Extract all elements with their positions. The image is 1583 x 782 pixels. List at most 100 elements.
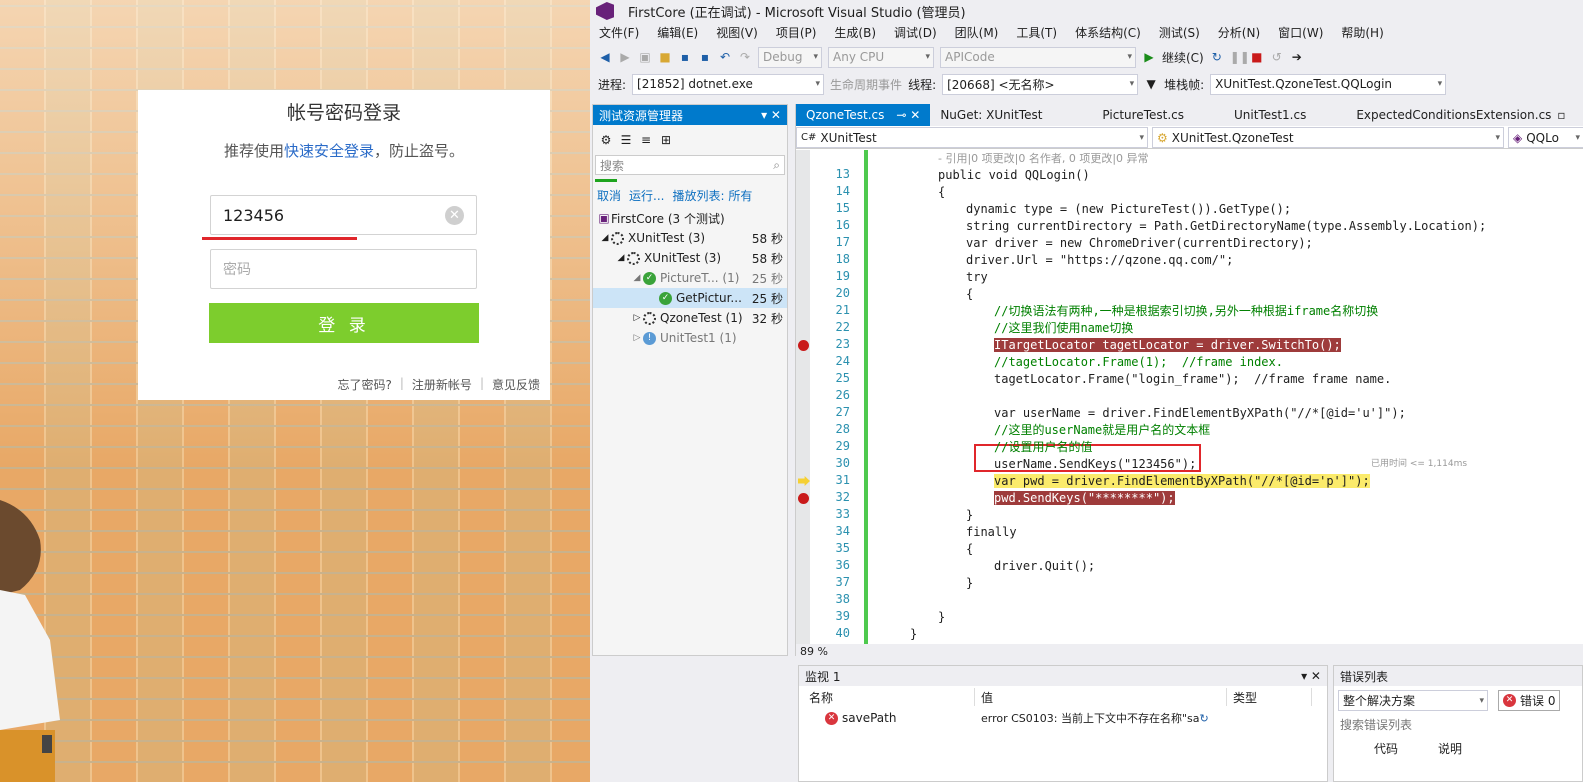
forward-icon[interactable]: ▶ [618, 50, 632, 64]
menu-analyze[interactable]: 分析(N) [1209, 24, 1269, 41]
tab-picturetest[interactable]: PictureTest.cs [1052, 104, 1194, 126]
code-line[interactable]: string currentDirectory = Path.GetDirect… [966, 218, 1486, 235]
close-icon[interactable]: ▾ ✕ [761, 108, 781, 122]
startup-project-dropdown[interactable]: APICode [940, 46, 1136, 68]
tree-item-qzonetest[interactable]: ▷ QzoneTest (1) 32 秒 [593, 308, 787, 328]
project-nav-dropdown[interactable]: C# XUnitTest [796, 127, 1148, 148]
thread-dropdown[interactable]: [20668] <无名称> [942, 73, 1139, 95]
tree-item-unittest1[interactable]: ▷! UnitTest1 (1) [593, 328, 787, 348]
refresh-icon[interactable]: ↻ [1210, 50, 1224, 64]
code-line[interactable]: //这里的userName就是用户名的文本框 [994, 422, 1210, 439]
menu-help[interactable]: 帮助(H) [1332, 24, 1392, 41]
collapse-icon[interactable]: ◢ [631, 273, 643, 283]
class-nav-dropdown[interactable]: ⚙ XUnitTest.QzoneTest [1152, 127, 1504, 148]
expand-icon[interactable]: ▷ [631, 333, 643, 343]
quick-login-link[interactable]: 快速安全登录 [284, 142, 374, 160]
col-value[interactable]: 值 [975, 688, 1227, 706]
menu-debug[interactable]: 调试(D) [885, 24, 946, 41]
lifecycle-events[interactable]: 生命周期事件 [830, 76, 902, 93]
code-line[interactable]: tagetLocator.Frame("login_frame"); //fra… [994, 371, 1391, 388]
breakpoint-gutter[interactable] [796, 150, 810, 644]
stack-frame-dropdown[interactable]: XUnitTest.QzoneTest.QQLogin [1210, 73, 1447, 95]
code-line[interactable]: } [938, 609, 945, 626]
code-line[interactable]: pwd.SendKeys("********"); [994, 490, 1175, 507]
password-input[interactable]: 密码 [210, 249, 477, 289]
errors-filter-button[interactable]: ✕ 错误 0 [1498, 690, 1561, 711]
menu-team[interactable]: 团队(M) [946, 24, 1008, 41]
tree-item-solution[interactable]: ▣ FirstCore (3 个测试) [593, 208, 787, 228]
refresh-icon[interactable]: ↻ [1200, 712, 1209, 725]
code-line[interactable]: try [966, 269, 988, 286]
menu-tools[interactable]: 工具(T) [1007, 24, 1066, 41]
login-button[interactable]: 登 录 [209, 303, 479, 343]
menu-window[interactable]: 窗口(W) [1269, 24, 1332, 41]
menu-test[interactable]: 测试(S) [1150, 24, 1209, 41]
code-line[interactable]: finally [966, 524, 1017, 541]
code-lens[interactable]: - 引用|0 项更改|0 名作者, 0 项更改|0 异常 [938, 150, 1149, 167]
save-icon[interactable]: ▪ [678, 50, 692, 64]
restart-icon[interactable]: ↺ [1270, 50, 1284, 64]
undo-icon[interactable]: ↶ [718, 50, 732, 64]
tab-nuget[interactable]: NuGet: XUnitTest [930, 104, 1052, 126]
code-line[interactable]: { [966, 286, 973, 303]
collapse-icon[interactable]: ◢ [615, 253, 627, 263]
config-dropdown[interactable]: Debug [758, 46, 822, 68]
play-icon[interactable]: ▶ [1142, 50, 1156, 64]
forgot-password-link[interactable]: 忘了密码? [338, 376, 392, 393]
tree-item-project[interactable]: ◢ XUnitTest (3) 58 秒 [593, 228, 787, 248]
register-link[interactable]: 注册新帐号 [412, 376, 472, 393]
playlist-link[interactable]: 播放列表: 所有 [672, 187, 752, 204]
menu-build[interactable]: 生成(B) [825, 24, 885, 41]
scope-dropdown[interactable]: 整个解决方案 [1338, 690, 1488, 711]
filter-icon[interactable]: ▼ [1144, 77, 1158, 91]
code-line[interactable]: var userName = driver.FindElementByXPath… [994, 405, 1406, 422]
expand-icon[interactable]: ⊞ [659, 133, 673, 147]
code-line[interactable]: //设置用户名的值 [994, 439, 1092, 456]
save-all-icon[interactable]: ▪ [698, 50, 712, 64]
new-project-icon[interactable]: ▣ [638, 50, 652, 64]
tree-item-picturetest[interactable]: ◢ ✓ PictureT... (1) 25 秒 [593, 268, 787, 288]
continue-button[interactable]: 继续(C) [1162, 49, 1204, 66]
code-line[interactable]: ITargetLocator tagetLocator = driver.Swi… [994, 337, 1341, 354]
code-line[interactable]: } [910, 626, 917, 643]
pin-icon[interactable]: ⊸ ✕ [896, 108, 920, 122]
open-icon[interactable]: ■ [658, 50, 672, 64]
breakpoint-icon[interactable] [798, 493, 809, 504]
platform-dropdown[interactable]: Any CPU [828, 46, 934, 68]
menu-edit[interactable]: 编辑(E) [648, 24, 707, 41]
error-search-input[interactable]: 搜索错误列表 [1338, 716, 1578, 734]
close-icon[interactable]: ▾ ✕ [1301, 669, 1321, 683]
code-line[interactable]: } [966, 575, 973, 592]
code-line[interactable]: //tagetLocator.Frame(1); //frame index. [994, 354, 1283, 371]
code-line[interactable]: driver.Url = "https://qzone.qq.com/"; [966, 252, 1233, 269]
collapse-icon[interactable]: ◢ [599, 233, 611, 243]
col-type[interactable]: 类型 [1227, 688, 1312, 706]
watch-row-value[interactable]: error CS0103: 当前上下文中不存在名称"sa ↻ [981, 708, 1221, 728]
code-area[interactable]: - 引用|0 项更改|0 名作者, 0 项更改|0 异常 已用时间 <= 1,1… [796, 150, 1583, 658]
list-icon[interactable]: ☰ [619, 133, 633, 147]
clear-icon[interactable]: ✕ [445, 206, 464, 225]
code-line[interactable]: //切换语法有两种,一种是根据索引切换,另外一种根据iframe名称切换 [994, 303, 1378, 320]
pin-icon[interactable]: ▫ [1557, 108, 1565, 122]
tab-unittest1[interactable]: UnitTest1.cs [1194, 104, 1316, 126]
member-nav-dropdown[interactable]: ◈ QQLo [1508, 127, 1583, 148]
redo-icon[interactable]: ↷ [738, 50, 752, 64]
menu-view[interactable]: 视图(V) [707, 24, 767, 41]
tree-item-namespace[interactable]: ◢ XUnitTest (3) 58 秒 [593, 248, 787, 268]
pause-icon[interactable]: ❚❚ [1230, 50, 1250, 64]
zoom-level[interactable]: 89 % [800, 645, 828, 658]
code-line[interactable]: } [966, 507, 973, 524]
code-line[interactable]: public void QQLogin() [938, 167, 1090, 184]
hierarchy-icon[interactable]: ≡ [639, 133, 653, 147]
menu-file[interactable]: 文件(F) [590, 24, 648, 41]
menu-project[interactable]: 项目(P) [767, 24, 826, 41]
code-line[interactable]: var driver = new ChromeDriver(currentDir… [966, 235, 1313, 252]
back-icon[interactable]: ◀ [598, 50, 612, 64]
col-code[interactable]: 代码 [1374, 740, 1434, 757]
code-line[interactable]: //这里我们使用name切换 [994, 320, 1133, 337]
code-line[interactable]: userName.SendKeys("123456"); [994, 456, 1196, 473]
feedback-link[interactable]: 意见反馈 [492, 376, 540, 393]
run-link[interactable]: 运行... [629, 187, 664, 204]
step-over-icon[interactable]: ➔ [1290, 50, 1304, 64]
code-line[interactable]: driver.Quit(); [994, 558, 1095, 575]
